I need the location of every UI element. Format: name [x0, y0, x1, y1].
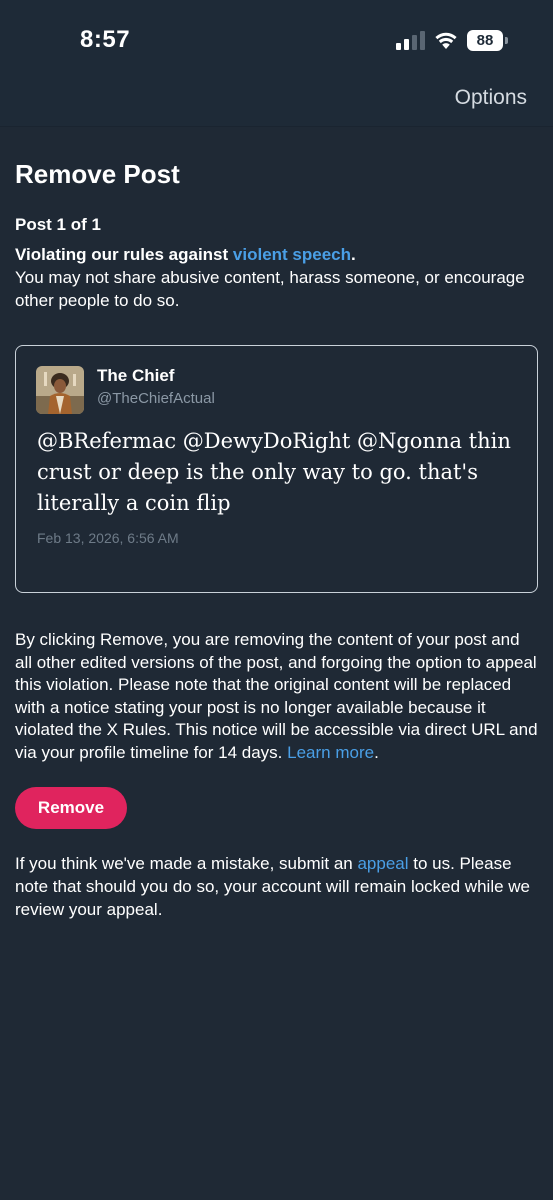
- tweet-timestamp: Feb 13, 2026, 6:56 AM: [37, 530, 179, 546]
- appeal-link[interactable]: appeal: [357, 854, 408, 873]
- options-button[interactable]: Options: [455, 86, 527, 110]
- remove-button[interactable]: Remove: [15, 787, 127, 829]
- appeal-prefix: If you think we've made a mistake, submi…: [15, 854, 358, 873]
- tweet-text: @BRefermac @DewyDoRight @Ngonna thin cru…: [37, 429, 511, 515]
- violation-prefix: Violating our rules against: [15, 245, 233, 264]
- tweet-card: The Chief @TheChiefActual @BRefermac @De…: [15, 345, 538, 593]
- cellular-signal-icon: [396, 30, 425, 50]
- violent-speech-link[interactable]: violent speech: [233, 245, 351, 264]
- violation-suffix: .: [351, 245, 356, 264]
- remove-post-panel: Remove Post Post 1 of 1 Violating our ru…: [0, 127, 553, 1200]
- avatar: [36, 366, 84, 414]
- battery-icon: 88: [467, 29, 508, 51]
- wifi-icon: [435, 32, 457, 49]
- nav-bar: Options: [0, 72, 553, 126]
- removal-notice-suffix: .: [374, 742, 379, 762]
- status-icons: 88: [396, 28, 508, 52]
- appeal-notice: If you think we've made a mistake, submi…: [15, 852, 540, 921]
- removal-notice: By clicking Remove, you are removing the…: [15, 629, 540, 764]
- post-count: Post 1 of 1: [15, 215, 101, 234]
- learn-more-link[interactable]: Learn more: [287, 743, 374, 762]
- status-bar: 8:57 88: [0, 0, 553, 72]
- page-title: Remove Post: [15, 159, 180, 189]
- violation-description: Violating our rules against violent spee…: [15, 243, 535, 312]
- removal-notice-text: By clicking Remove, you are removing the…: [15, 630, 538, 762]
- tweet-author-name: The Chief: [97, 366, 175, 385]
- status-time: 8:57: [80, 26, 131, 53]
- tweet-author-handle: @TheChiefActual: [97, 390, 215, 407]
- violation-detail: You may not share abusive content, haras…: [15, 268, 525, 310]
